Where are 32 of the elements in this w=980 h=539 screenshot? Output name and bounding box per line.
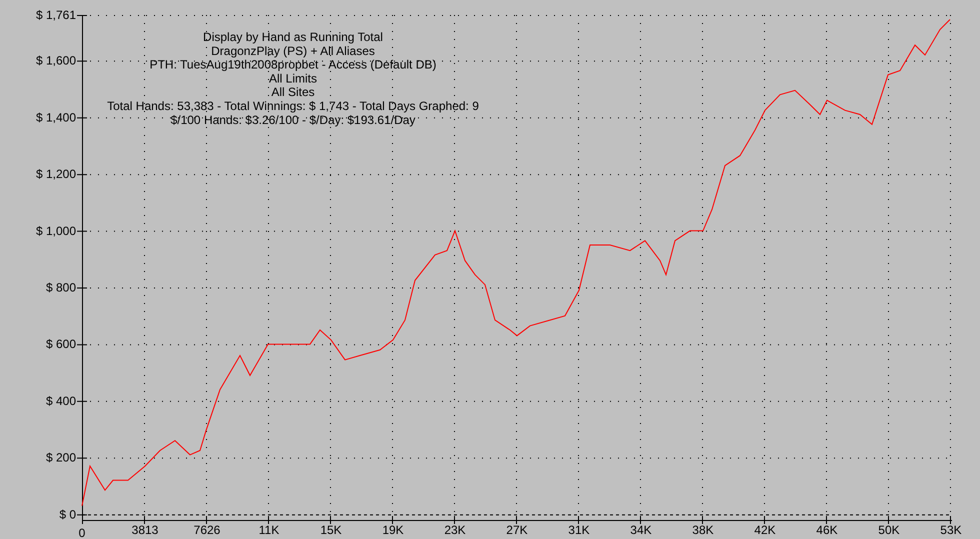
y-tick-label: $ 400 <box>46 394 76 408</box>
x-tick-label: 0 <box>78 526 86 539</box>
y-tick-label: $ 1,761 <box>36 8 76 22</box>
y-tick-label: $ 1,600 <box>36 54 76 68</box>
chart-subtitle: PTH: TuesAug19th2008propbet - Access (Default DB) <box>150 58 436 72</box>
chart-subtitle: All Limits <box>269 71 317 86</box>
x-tick-label: 11K <box>258 523 280 537</box>
y-tick-label: $ 1,400 <box>36 110 76 124</box>
y-tick-label: $ 200 <box>46 450 76 465</box>
x-tick-label: 31K <box>568 523 590 537</box>
chart-subtitle: $/100 Hands: $3.26/100 - $/Day: $193.61/Day <box>170 112 416 127</box>
chart-subtitle: DragonzPlay (PS) + All Aliases <box>211 44 375 58</box>
x-tick-label: 19K <box>382 523 404 537</box>
chart-title: Display by Hand as Running Total <box>203 30 383 44</box>
chart-subtitle: Total Hands: 53,383 - Total Winnings: $ 1,743 - Total Days Graphed: 9 <box>107 99 479 113</box>
x-tick-label: 46K <box>816 523 838 537</box>
x-tick-label: 23K <box>444 523 466 537</box>
x-tick-label: 38K <box>692 523 714 537</box>
y-tick-label: $ 1,000 <box>36 224 76 238</box>
x-tick-label: 7626 <box>194 523 220 537</box>
y-tick-label: $ 600 <box>46 337 76 352</box>
x-tick-label: 53K <box>940 523 962 537</box>
x-tick-label: 34K <box>630 523 652 537</box>
y-tick-label: $ 800 <box>46 280 76 294</box>
y-tick-label: $ 1,200 <box>36 167 76 182</box>
x-tick-label: 42K <box>754 523 776 537</box>
chart-subtitle: All Sites <box>271 85 315 100</box>
x-tick-label: 15K <box>320 523 342 537</box>
y-tick-label: $ 0 <box>59 507 76 522</box>
x-tick-label: 27K <box>506 523 528 537</box>
x-tick-label: 3813 <box>132 523 158 537</box>
x-tick-label: 50K <box>878 523 900 537</box>
